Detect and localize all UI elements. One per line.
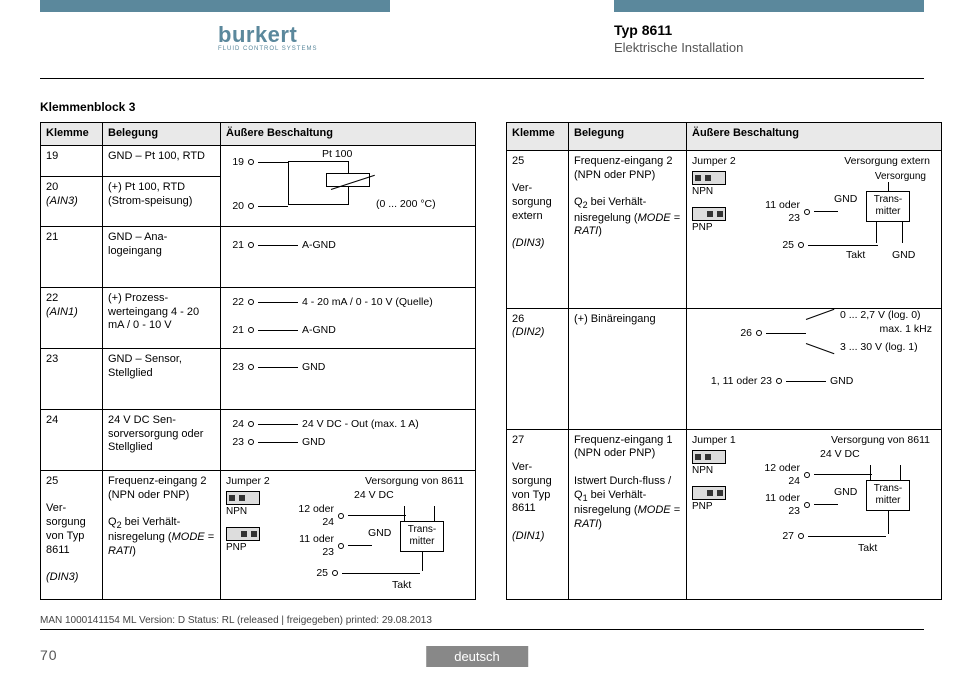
brand-name: burkert [218, 22, 317, 48]
brand-logo: burkert FLUID CONTROL SYSTEMS [218, 22, 317, 52]
table-row: 27 Ver-sorgung von Typ 8611 (DIN1) Frequ… [507, 429, 942, 599]
cell-belegung: Frequenz-eingang 2 (NPN oder PNP) Q2 bei… [569, 150, 687, 308]
cell-belegung: (+) Binäreingang [569, 308, 687, 429]
rtd-symbol [326, 173, 370, 187]
cell-klemme: 19 [41, 145, 103, 176]
cell-belegung: GND – Ana-logeingang [103, 226, 221, 287]
cell-klemme: 20(AIN3) [41, 176, 103, 226]
jumper-npn: NPN [226, 491, 260, 519]
cell-schematic: Jumper 2 NPN PNP Versorgung von 8611 24 … [221, 470, 476, 599]
cell-belegung: Frequenz-eingang 2 (NPN oder PNP) Q2 bei… [103, 470, 221, 599]
cell-belegung: 24 V DC Sen-sorversorgung oder Stellglie… [103, 409, 221, 470]
language-badge: deutsch [426, 646, 528, 667]
table-row: 24 24 V DC Sen-sorversorgung oder Stellg… [41, 409, 476, 470]
cell-belegung: (+) Pt 100, RTD (Strom-speisung) [103, 176, 221, 226]
table-row: 26(DIN2) (+) Binäreingang 26 0 ... 2,7 V… [507, 308, 942, 429]
cell-belegung: (+) Prozess-werteingang 4 - 20 mA / 0 - … [103, 287, 221, 348]
cell-schematic: 19 20 Pt 100 (0 ... 200 °C) [221, 145, 476, 226]
doc-section: Elektrische Installation [614, 40, 743, 55]
cell-klemme: 25 Ver-sorgung extern (DIN3) [507, 150, 569, 308]
cell-belegung: GND – Sensor, Stellglied [103, 348, 221, 409]
th-klemme: Klemme [507, 123, 569, 151]
terminal-table-left: Klemme Belegung Äußere Beschaltung 19 GN… [40, 122, 476, 600]
cell-klemme: 22(AIN1) [41, 287, 103, 348]
table-row: 21 GND – Ana-logeingang 21A-GND [41, 226, 476, 287]
footer: MAN 1000141154 ML Version: D Status: RL … [0, 629, 954, 673]
th-beschaltung: Äußere Beschaltung [221, 123, 476, 146]
th-belegung: Belegung [569, 123, 687, 151]
cell-klemme: 24 [41, 409, 103, 470]
table-row: 23 GND – Sensor, Stellglied 23GND [41, 348, 476, 409]
cell-schematic: 21A-GND [221, 226, 476, 287]
table-row: 25 Ver-sorgung von Typ 8611 (DIN3) Frequ… [41, 470, 476, 599]
cell-belegung: GND – Pt 100, RTD [103, 145, 221, 176]
cell-belegung: Frequenz-eingang 1 (NPN oder PNP) Istwer… [569, 429, 687, 599]
cell-klemme: 21 [41, 226, 103, 287]
table-header-row: Klemme Belegung Äußere Beschaltung [41, 123, 476, 146]
footer-rule [40, 629, 924, 630]
cell-schematic: 23GND [221, 348, 476, 409]
cell-klemme: 26(DIN2) [507, 308, 569, 429]
table-header-row: Klemme Belegung Äußere Beschaltung [507, 123, 942, 151]
th-beschaltung: Äußere Beschaltung [687, 123, 942, 151]
header-rule [40, 78, 924, 79]
cell-schematic: 224 - 20 mA / 0 - 10 V (Quelle) 21A-GND [221, 287, 476, 348]
table-row: 19 GND – Pt 100, RTD 19 20 Pt 100 (0 ...… [41, 145, 476, 176]
cell-klemme: 27 Ver-sorgung von Typ 8611 (DIN1) [507, 429, 569, 599]
cell-schematic: Jumper 2 NPN PNP Versorgung extern Verso… [687, 150, 942, 308]
cell-schematic: 26 0 ... 2,7 V (log. 0) 3 ... 30 V (log.… [687, 308, 942, 429]
header: burkert FLUID CONTROL SYSTEMS Typ 8611 E… [0, 22, 954, 72]
brand-tagline: FLUID CONTROL SYSTEMS [218, 46, 317, 52]
th-klemme: Klemme [41, 123, 103, 146]
doc-title-block: Typ 8611 Elektrische Installation [614, 22, 743, 55]
cell-klemme: 23 [41, 348, 103, 409]
footer-meta: MAN 1000141154 ML Version: D Status: RL … [40, 615, 432, 626]
page-number: 70 [40, 647, 58, 663]
transmitter-box: Trans-mitter [400, 521, 444, 552]
cell-schematic: Jumper 1 NPN PNP Versorgung von 8611 24 … [687, 429, 942, 599]
th-belegung: Belegung [103, 123, 221, 146]
section-title: Klemmenblock 3 [40, 100, 135, 114]
cell-klemme: 25 Ver-sorgung von Typ 8611 (DIN3) [41, 470, 103, 599]
jumper-pnp: PNP [226, 527, 260, 555]
table-row: 25 Ver-sorgung extern (DIN3) Frequenz-ei… [507, 150, 942, 308]
doc-type: Typ 8611 [614, 22, 743, 38]
table-row: 22(AIN1) (+) Prozess-werteingang 4 - 20 … [41, 287, 476, 348]
terminal-table-right: Klemme Belegung Äußere Beschaltung 25 Ve… [506, 122, 942, 600]
cell-schematic: 2424 V DC - Out (max. 1 A) 23GND [221, 409, 476, 470]
top-accent-bar [0, 0, 954, 12]
